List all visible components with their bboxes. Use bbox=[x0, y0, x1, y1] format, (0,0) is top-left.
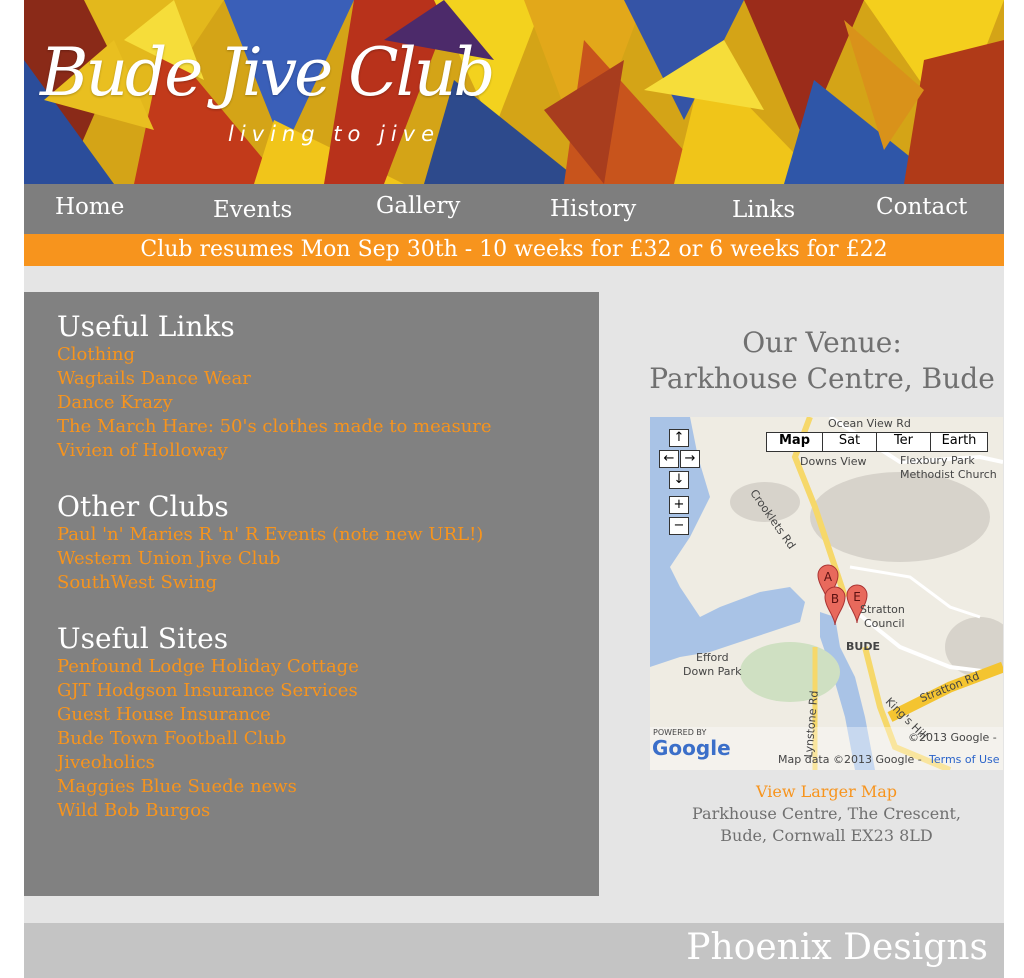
map-data-credit: Map data ©2013 Google - bbox=[778, 753, 922, 766]
main-nav: Home Events Gallery History Links Contac… bbox=[24, 184, 1004, 234]
venue-address-line2: Bude, Cornwall EX23 8LD bbox=[720, 826, 933, 845]
footer-credit[interactable]: Phoenix Designs bbox=[686, 927, 988, 968]
link-western-union[interactable]: Western Union Jive Club bbox=[57, 548, 281, 569]
map-label-ocean-view: Ocean View Rd bbox=[828, 417, 911, 430]
nav-contact[interactable]: Contact bbox=[876, 194, 967, 220]
map-label-down-park: Down Park bbox=[683, 665, 742, 678]
page: Bude Jive Club living to jive Home Event… bbox=[24, 0, 1004, 978]
useful-sites-heading: Useful Sites bbox=[57, 622, 229, 655]
view-larger-map-link[interactable]: View Larger Map bbox=[650, 782, 1003, 801]
link-paul-n-maries[interactable]: Paul 'n' Maries R 'n' R Events (note new… bbox=[57, 524, 483, 545]
map-label-bude: BUDE bbox=[846, 640, 880, 653]
link-vivien[interactable]: Vivien of Holloway bbox=[57, 440, 228, 461]
map-zoom-in-icon[interactable]: + bbox=[669, 496, 689, 514]
map-copyright: ©2013 Google - bbox=[908, 731, 997, 744]
map-pan-left-icon[interactable]: ← bbox=[659, 450, 679, 468]
nav-home[interactable]: Home bbox=[55, 194, 124, 220]
footer: Phoenix Designs bbox=[24, 923, 1004, 978]
nav-events[interactable]: Events bbox=[213, 197, 292, 223]
map-label-efford: Efford bbox=[696, 651, 729, 664]
link-clothing[interactable]: Clothing bbox=[57, 344, 135, 365]
map-label-flexbury: Flexbury Park bbox=[900, 454, 975, 467]
map-tab-earth[interactable]: Earth bbox=[930, 432, 988, 452]
map-label-council: Council bbox=[864, 617, 905, 630]
link-guest-house[interactable]: Guest House Insurance bbox=[57, 704, 271, 725]
map-pan-right-icon[interactable]: → bbox=[680, 450, 700, 468]
link-jiveoholics[interactable]: Jiveoholics bbox=[57, 752, 155, 773]
link-bude-town-fc[interactable]: Bude Town Football Club bbox=[57, 728, 286, 749]
useful-links-heading: Useful Links bbox=[57, 310, 235, 343]
map-label-methodist: Methodist Church bbox=[900, 468, 997, 481]
nav-history[interactable]: History bbox=[550, 196, 636, 222]
link-southwest-swing[interactable]: SouthWest Swing bbox=[57, 572, 217, 593]
site-logo-title[interactable]: Bude Jive Club bbox=[40, 40, 496, 106]
link-dance-krazy[interactable]: Dance Krazy bbox=[57, 392, 173, 413]
map-tab-map[interactable]: Map bbox=[766, 432, 823, 452]
map-label-stratton: Stratton bbox=[860, 603, 905, 616]
map-pan-up-icon[interactable]: ↑ bbox=[669, 429, 689, 447]
nav-links[interactable]: Links bbox=[732, 197, 795, 223]
link-gjt-hodgson[interactable]: GJT Hodgson Insurance Services bbox=[57, 680, 358, 701]
map-pan-down-icon[interactable]: ↓ bbox=[669, 471, 689, 489]
site-tagline: living to jive bbox=[228, 122, 441, 146]
venue-map[interactable]: ABE ↑ ← → ↓ + − Map Sat Ter Earth Ocean … bbox=[650, 417, 1003, 770]
map-marker-b[interactable]: B bbox=[831, 592, 839, 606]
link-maggies[interactable]: Maggies Blue Suede news bbox=[57, 776, 297, 797]
map-marker-e[interactable]: E bbox=[853, 590, 861, 604]
venue-address-line1: Parkhouse Centre, The Crescent, bbox=[691, 804, 962, 823]
google-logo-icon[interactable]: Google bbox=[652, 736, 731, 760]
map-zoom-out-icon[interactable]: − bbox=[669, 517, 689, 535]
map-tab-ter[interactable]: Ter bbox=[876, 432, 931, 452]
nav-gallery[interactable]: Gallery bbox=[376, 193, 460, 219]
map-terms-link[interactable]: Terms of Use bbox=[929, 753, 1000, 766]
other-clubs-heading: Other Clubs bbox=[57, 490, 229, 523]
link-march-hare[interactable]: The March Hare: 50's clothes made to mea… bbox=[57, 416, 492, 437]
links-panel: Useful Links Clothing Wagtails Dance Wea… bbox=[24, 292, 599, 896]
map-label-downs-view: Downs View bbox=[800, 455, 867, 468]
map-marker-a[interactable]: A bbox=[824, 570, 833, 584]
venue-heading-line2: Parkhouse Centre, Bude bbox=[649, 362, 995, 395]
map-tab-sat[interactable]: Sat bbox=[822, 432, 877, 452]
venue-heading-line1: Our Venue: bbox=[742, 326, 902, 359]
announcement-banner: Club resumes Mon Sep 30th - 10 weeks for… bbox=[24, 234, 1004, 266]
link-penfound[interactable]: Penfound Lodge Holiday Cottage bbox=[57, 656, 359, 677]
link-wagtails[interactable]: Wagtails Dance Wear bbox=[57, 368, 251, 389]
link-wild-bob[interactable]: Wild Bob Burgos bbox=[57, 800, 210, 821]
header-banner: Bude Jive Club living to jive bbox=[24, 0, 1004, 184]
